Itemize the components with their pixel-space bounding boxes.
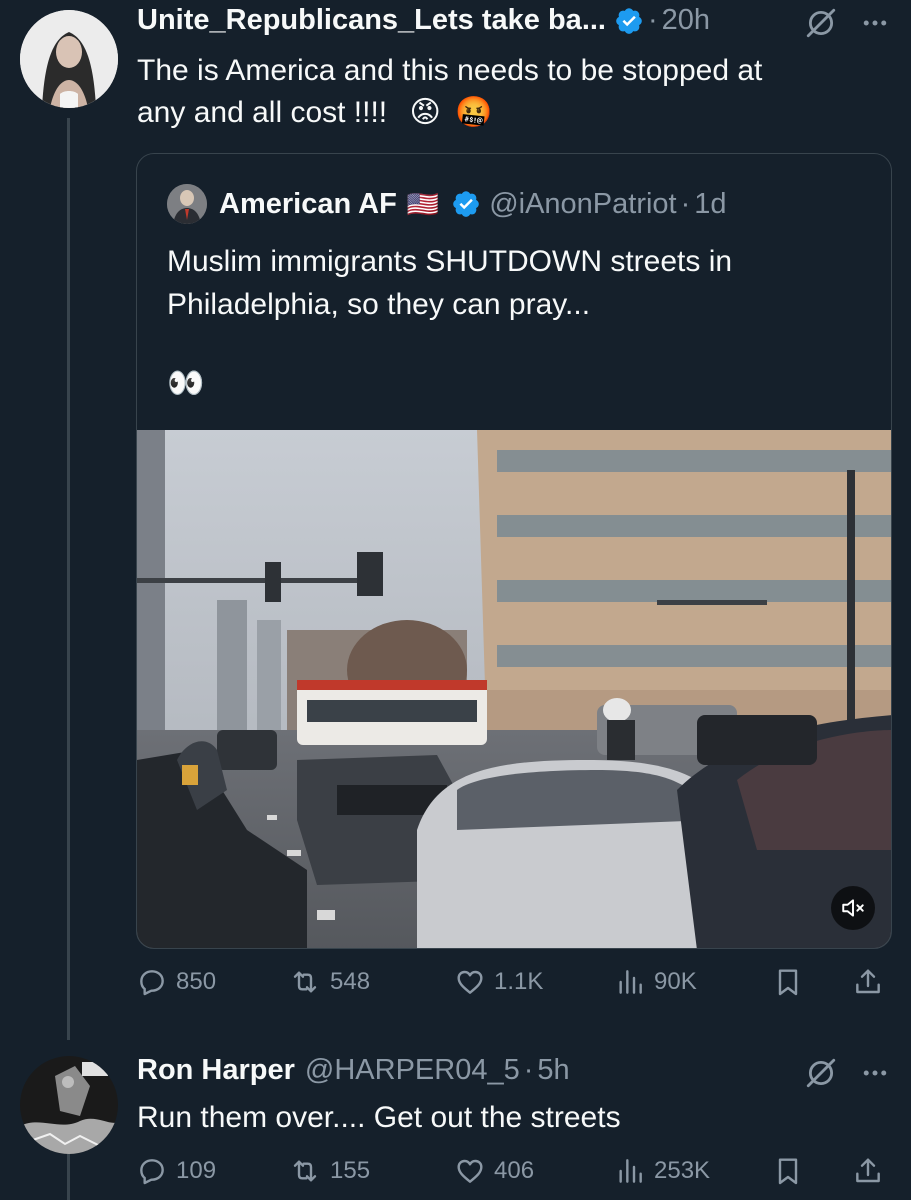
separator-dot: · (680, 187, 691, 220)
views-count: 90K (654, 968, 697, 995)
bookmark-icon (778, 1158, 798, 1185)
repost-count: 155 (330, 1157, 371, 1184)
separator-dot: · (523, 1054, 534, 1086)
separator-dot: · (647, 4, 658, 36)
thread-line-top (67, 118, 70, 1040)
reply-count: 109 (176, 1157, 217, 1184)
bookmark-button[interactable] (772, 1155, 804, 1187)
views-button[interactable]: 253K (614, 1155, 710, 1187)
display-name[interactable]: Unite_Republicans_Lets take ba... (137, 4, 606, 37)
speaker-muted-icon (842, 899, 864, 917)
post-text-line: any and all cost !!!! 😡 🤬 (137, 96, 493, 129)
post-header: Ron Harper @HARPER04_5 · 5h (137, 1054, 570, 1087)
repost-icon (293, 971, 317, 993)
video-media[interactable] (137, 430, 891, 948)
mute-button[interactable] (831, 886, 875, 930)
heart-icon (457, 1159, 483, 1183)
views-button[interactable]: 90K (614, 966, 697, 998)
quoted-post[interactable]: American AF 🇺🇸 @iAnonPatriot · 1d Muslim… (136, 153, 892, 949)
views-icon (619, 1159, 642, 1183)
like-count: 406 (494, 1157, 535, 1184)
bookmark-icon (778, 969, 798, 996)
reply-button[interactable]: 109 (136, 1155, 216, 1187)
post-actions: 850 548 1.1K 90K (136, 966, 892, 1006)
repost-button[interactable]: 548 (288, 966, 370, 998)
angry-face-emoji: 😡 (409, 96, 441, 129)
avatar-image (20, 1056, 118, 1154)
post-text: Run them over.... Get out the streets (137, 1101, 621, 1134)
post-actions: 109 155 406 253K (136, 1155, 892, 1195)
video-frame (137, 430, 891, 948)
quote-handle[interactable]: @iAnonPatriot (489, 188, 676, 221)
quote-avatar (167, 184, 207, 224)
grok-icon[interactable] (804, 6, 838, 40)
thread-line-bottom (67, 1150, 70, 1200)
views-icon (619, 970, 642, 994)
like-button[interactable]: 1.1K (454, 966, 543, 998)
avatar-image (20, 10, 118, 108)
heart-icon (457, 970, 483, 994)
share-button[interactable] (852, 966, 884, 998)
bookmark-button[interactable] (772, 966, 804, 998)
more-icon[interactable] (860, 8, 890, 38)
handle[interactable]: @HARPER04_5 (305, 1054, 520, 1087)
verified-badge-icon[interactable] (614, 6, 644, 36)
reply-button[interactable]: 850 (136, 966, 216, 998)
share-button[interactable] (852, 1155, 884, 1187)
views-count: 253K (654, 1157, 711, 1184)
cursing-face-emoji: 🤬 (455, 96, 493, 129)
display-name[interactable]: Ron Harper (137, 1054, 295, 1087)
eyes-emoji: 👀 (167, 367, 205, 400)
reply-icon (140, 1159, 164, 1185)
post-header: Unite_Republicans_Lets take ba... · 20h (137, 4, 710, 37)
repost-count: 548 (330, 968, 371, 995)
repost-icon (293, 1160, 317, 1182)
quote-text: Muslim immigrants SHUTDOWN streets in Ph… (167, 245, 733, 321)
share-icon (856, 969, 880, 994)
reply-count: 850 (176, 968, 217, 995)
post-text-line: The is America and this needs to be stop… (137, 54, 763, 87)
repost-button[interactable]: 155 (288, 1155, 370, 1187)
avatar[interactable] (20, 1056, 118, 1154)
quote-display-name[interactable]: American AF (219, 188, 397, 221)
avatar[interactable] (20, 10, 118, 108)
like-button[interactable]: 406 (454, 1155, 534, 1187)
quote-timestamp[interactable]: 1d (694, 188, 726, 221)
post-text: The is America and this needs to be stop… (137, 50, 877, 134)
more-icon[interactable] (860, 1058, 890, 1088)
timestamp[interactable]: 5h (537, 1054, 569, 1087)
like-count: 1.1K (494, 968, 544, 995)
us-flag-emoji: 🇺🇸 (406, 188, 440, 219)
share-icon (856, 1158, 880, 1183)
reply-icon (140, 970, 164, 996)
quote-header: American AF 🇺🇸 @iAnonPatriot · 1d (167, 184, 727, 224)
timestamp[interactable]: 20h (662, 4, 710, 37)
grok-icon[interactable] (804, 1056, 838, 1090)
verified-badge-icon[interactable] (451, 189, 481, 219)
